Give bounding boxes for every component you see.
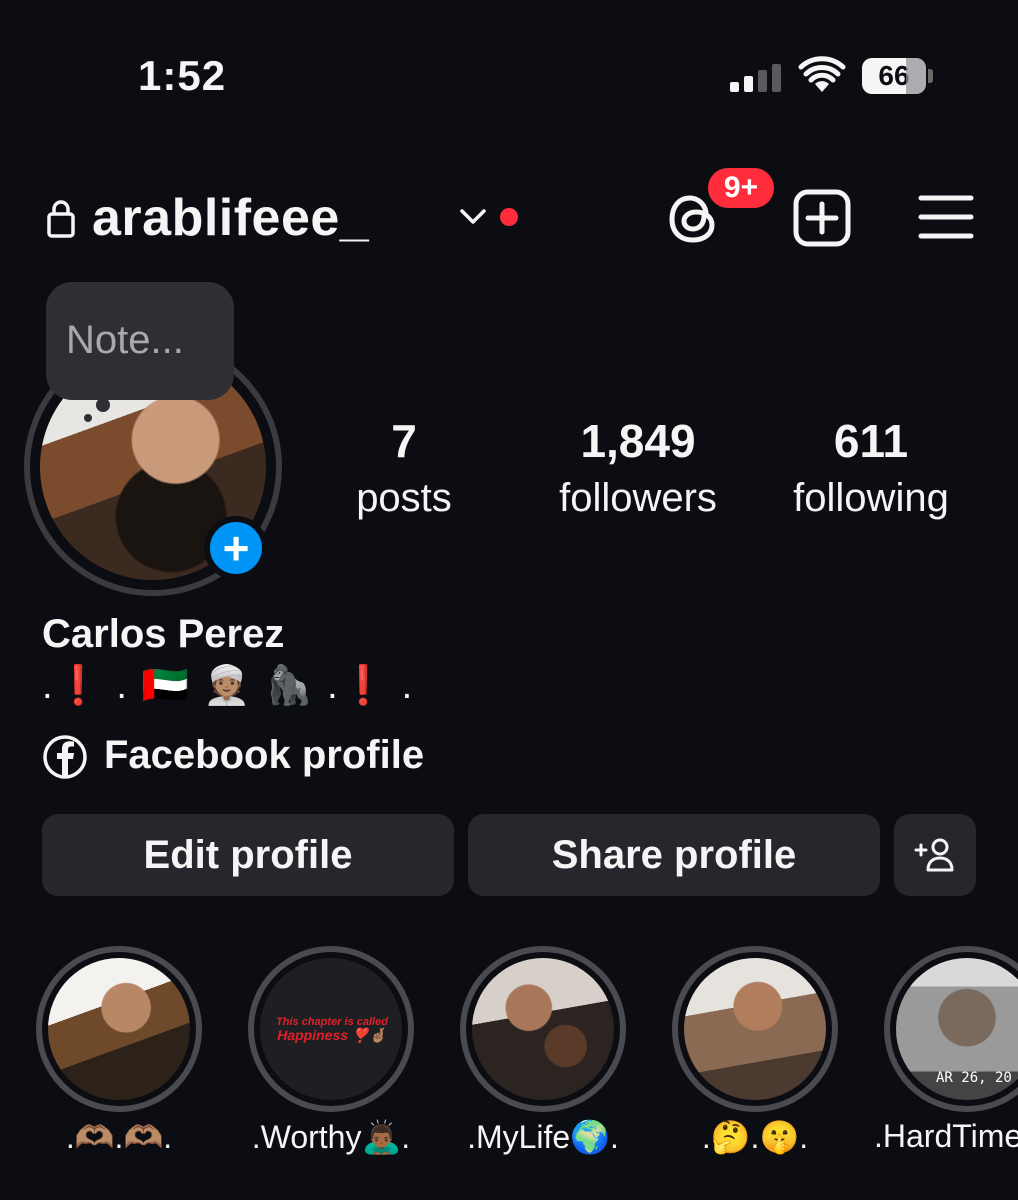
highlight-item[interactable]	[672, 946, 838, 1112]
note-bubble-tail	[96, 398, 110, 412]
highlight-cover-text: Happiness ❣️🤞🏽	[277, 1027, 387, 1044]
highlight-cover: AR 26, 20	[896, 958, 1018, 1100]
followers-label: followers	[559, 476, 717, 520]
create-post-icon[interactable]	[792, 188, 852, 248]
highlight-cover	[48, 958, 190, 1100]
profile-full-name: Carlos Perez	[42, 612, 285, 656]
facebook-icon[interactable]	[42, 734, 88, 780]
account-username[interactable]: arablifeee_	[92, 188, 369, 248]
threads-notification-badge: 9+	[704, 164, 778, 212]
notification-dot	[500, 208, 518, 226]
battery-tip	[928, 69, 933, 83]
stat-following[interactable]: 611 following	[776, 414, 966, 521]
add-person-icon	[914, 838, 954, 872]
chevron-down-icon[interactable]	[458, 205, 488, 229]
highlight-cover: This chapter is called Happiness ❣️🤞🏽	[260, 958, 402, 1100]
highlight-label: .Worthy🙇🏾‍♂️.	[251, 1119, 411, 1155]
highlight-cover	[472, 958, 614, 1100]
wifi-icon	[798, 56, 846, 92]
posts-count: 7	[391, 415, 417, 467]
cellular-signal-icon	[730, 62, 781, 92]
highlight-label: .MyLife🌍.	[467, 1119, 619, 1155]
highlight-item[interactable]: This chapter is called Happiness ❣️🤞🏽	[248, 946, 414, 1112]
note-placeholder[interactable]: Note...	[66, 318, 184, 363]
highlight-item[interactable]	[36, 946, 202, 1112]
discover-people-button[interactable]	[894, 814, 976, 896]
highlight-cover-text: AR 26, 20	[936, 1070, 1012, 1086]
posts-label: posts	[356, 476, 452, 520]
highlight-cover	[684, 958, 826, 1100]
status-time: 1:52	[138, 52, 227, 99]
followers-count: 1,849	[580, 415, 696, 467]
share-profile-button[interactable]: Share profile	[468, 814, 880, 896]
profile-bio: .❗ . 🇦🇪 👳🏽 🦍 .❗ .	[42, 665, 415, 707]
add-story-plus-icon[interactable]: +	[204, 516, 268, 580]
stat-posts[interactable]: 7 posts	[336, 414, 472, 521]
facebook-profile-link[interactable]: Facebook profile	[104, 733, 424, 778]
edit-profile-button[interactable]: Edit profile	[42, 814, 454, 896]
hamburger-menu-icon[interactable]	[918, 192, 974, 242]
note-bubble-tail-small	[84, 414, 92, 422]
battery-empty-portion	[906, 58, 926, 94]
highlight-label: .HardTime	[874, 1118, 1018, 1154]
lock-icon	[47, 200, 75, 238]
highlight-item[interactable]: AR 26, 20	[884, 946, 1018, 1112]
following-label: following	[793, 476, 949, 520]
highlight-label: .🫶🏽.🫶🏽.	[65, 1119, 173, 1155]
highlight-label: .🤔.🤫.	[701, 1119, 809, 1155]
highlight-item[interactable]	[460, 946, 626, 1112]
stat-followers[interactable]: 1,849 followers	[540, 414, 736, 521]
following-count: 611	[833, 415, 909, 467]
